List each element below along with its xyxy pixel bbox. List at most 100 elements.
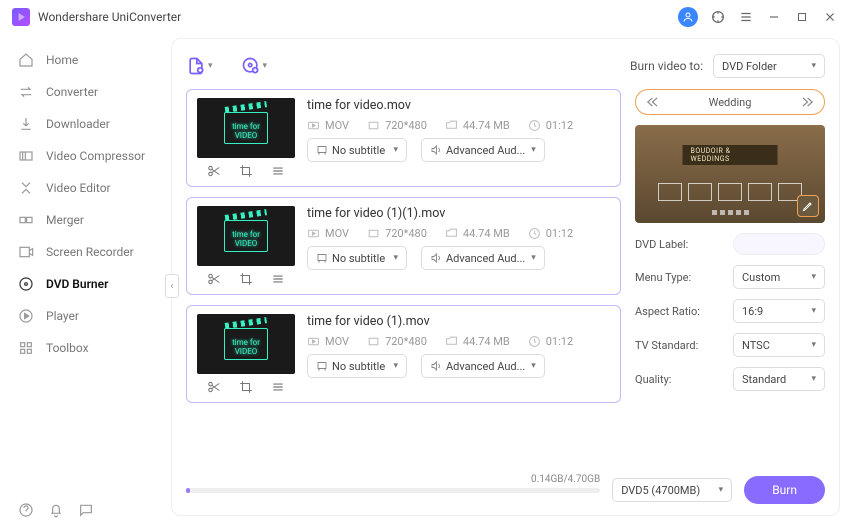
burn-button[interactable]: Burn: [744, 476, 825, 504]
chevron-down-icon: ▾: [531, 361, 536, 371]
menu-icon[interactable]: [738, 9, 754, 25]
video-thumbnail[interactable]: time forVIDEO: [197, 314, 295, 374]
sidebar-label: Player: [46, 309, 79, 323]
video-thumbnail[interactable]: time forVIDEO: [197, 98, 295, 158]
app-logo: [12, 8, 30, 26]
audio-select[interactable]: Advanced Aud... ▾: [421, 246, 545, 270]
help-icon[interactable]: [18, 502, 34, 518]
subtitle-select[interactable]: No subtitle ▾: [307, 354, 407, 378]
quality-select[interactable]: Standard▾: [733, 367, 825, 391]
next-template-icon[interactable]: [800, 95, 814, 109]
chevron-down-icon: ▾: [531, 253, 536, 263]
support-icon[interactable]: [710, 9, 726, 25]
tv-standard-label: TV Standard:: [635, 339, 698, 352]
sidebar-label: DVD Burner: [46, 277, 108, 291]
disc-type-select[interactable]: DVD5 (4700MB) ▾: [612, 478, 732, 502]
more-icon[interactable]: [271, 272, 285, 286]
file-card: time forVIDEO time for video (1)(1).mov …: [186, 197, 621, 295]
crop-icon[interactable]: [239, 380, 253, 394]
titlebar: Wondershare UniConverter: [0, 0, 850, 34]
file-name: time for video (1).mov: [307, 314, 610, 329]
file-resolution: 720*480: [385, 335, 427, 348]
file-size: 44.74 MB: [463, 119, 510, 132]
chevron-down-icon: ▾: [811, 374, 816, 384]
aspect-ratio-select[interactable]: 16:9▾: [733, 299, 825, 323]
menu-type-select[interactable]: Custom▾: [733, 265, 825, 289]
file-name: time for video.mov: [307, 98, 610, 113]
sidebar: Home Converter Downloader Video Compress…: [0, 34, 171, 526]
sidebar-item-editor[interactable]: Video Editor: [0, 172, 171, 204]
trim-icon[interactable]: [207, 272, 221, 286]
file-name: time for video (1)(1).mov: [307, 206, 610, 221]
file-duration: 01:12: [546, 119, 573, 132]
sidebar-label: Screen Recorder: [46, 245, 134, 259]
subtitle-select[interactable]: No subtitle ▾: [307, 138, 407, 162]
chevron-down-icon: ▾: [531, 145, 536, 155]
file-format: MOV: [325, 119, 349, 132]
tv-standard-select[interactable]: NTSC▾: [733, 333, 825, 357]
app-title: Wondershare UniConverter: [38, 10, 678, 24]
quality-label: Quality:: [635, 373, 671, 386]
subtitle-select[interactable]: No subtitle ▾: [307, 246, 407, 270]
file-size: 44.74 MB: [463, 227, 510, 240]
file-resolution: 720*480: [385, 119, 427, 132]
file-duration: 01:12: [546, 227, 573, 240]
settings-panel: Wedding BOUDOIR & WEDDINGS DVD Label:: [635, 89, 825, 469]
file-list: time forVIDEO time for video.mov MOV 720…: [186, 89, 621, 469]
burn-to-label: Burn video to:: [630, 59, 703, 73]
template-selector[interactable]: Wedding: [635, 89, 825, 115]
file-card: time forVIDEO time for video.mov MOV 720…: [186, 89, 621, 187]
chevron-down-icon: ▾: [393, 253, 398, 263]
minimize-icon[interactable]: [766, 9, 782, 25]
account-icon[interactable]: [678, 7, 698, 27]
burn-to-select[interactable]: DVD Folder ▾: [713, 54, 825, 78]
sidebar-label: Converter: [46, 85, 98, 99]
sidebar-item-recorder[interactable]: Screen Recorder: [0, 236, 171, 268]
sidebar-item-merger[interactable]: Merger: [0, 204, 171, 236]
content: ▾ ▾ Burn video to: DVD Folder ▾ time for…: [171, 38, 840, 516]
file-format: MOV: [325, 227, 349, 240]
disc-usage-bar: 0.14GB/4.70GB: [186, 488, 600, 493]
sidebar-collapse-button[interactable]: ‹: [165, 274, 179, 298]
template-name: Wedding: [709, 96, 752, 109]
footer: 0.14GB/4.70GB DVD5 (4700MB) ▾ Burn: [186, 475, 825, 505]
file-card: time forVIDEO time for video (1).mov MOV…: [186, 305, 621, 403]
sidebar-item-converter[interactable]: Converter: [0, 76, 171, 108]
trim-icon[interactable]: [207, 164, 221, 178]
crop-icon[interactable]: [239, 164, 253, 178]
sidebar-label: Home: [46, 53, 78, 67]
add-disc-button[interactable]: ▾: [241, 56, 268, 76]
audio-select[interactable]: Advanced Aud... ▾: [421, 354, 545, 378]
crop-icon[interactable]: [239, 272, 253, 286]
menu-type-label: Menu Type:: [635, 271, 691, 284]
sidebar-item-compressor[interactable]: Video Compressor: [0, 140, 171, 172]
file-resolution: 720*480: [385, 227, 427, 240]
topbar: ▾ ▾ Burn video to: DVD Folder ▾: [186, 49, 825, 83]
sidebar-item-downloader[interactable]: Downloader: [0, 108, 171, 140]
add-file-button[interactable]: ▾: [186, 56, 213, 76]
disc-usage-text: 0.14GB/4.70GB: [531, 474, 600, 485]
more-icon[interactable]: [271, 380, 285, 394]
audio-select[interactable]: Advanced Aud... ▾: [421, 138, 545, 162]
file-format: MOV: [325, 335, 349, 348]
template-preview: BOUDOIR & WEDDINGS: [635, 125, 825, 223]
notification-icon[interactable]: [48, 502, 64, 518]
edit-template-button[interactable]: [797, 195, 819, 217]
more-icon[interactable]: [271, 164, 285, 178]
sidebar-label: Toolbox: [46, 341, 89, 355]
trim-icon[interactable]: [207, 380, 221, 394]
maximize-icon[interactable]: [794, 9, 810, 25]
close-icon[interactable]: [822, 9, 838, 25]
video-thumbnail[interactable]: time forVIDEO: [197, 206, 295, 266]
sidebar-item-dvd-burner[interactable]: DVD Burner: [0, 268, 171, 300]
sidebar-item-player[interactable]: Player: [0, 300, 171, 332]
sidebar-item-home[interactable]: Home: [0, 44, 171, 76]
dvd-label-input[interactable]: [733, 233, 825, 255]
sidebar-item-toolbox[interactable]: Toolbox: [0, 332, 171, 364]
chevron-down-icon: ▾: [208, 61, 213, 71]
feedback-icon[interactable]: [78, 502, 94, 518]
dvd-label-label: DVD Label:: [635, 238, 688, 251]
chevron-down-icon: ▾: [811, 272, 816, 282]
prev-template-icon[interactable]: [646, 95, 660, 109]
chevron-down-icon: ▾: [719, 485, 724, 495]
